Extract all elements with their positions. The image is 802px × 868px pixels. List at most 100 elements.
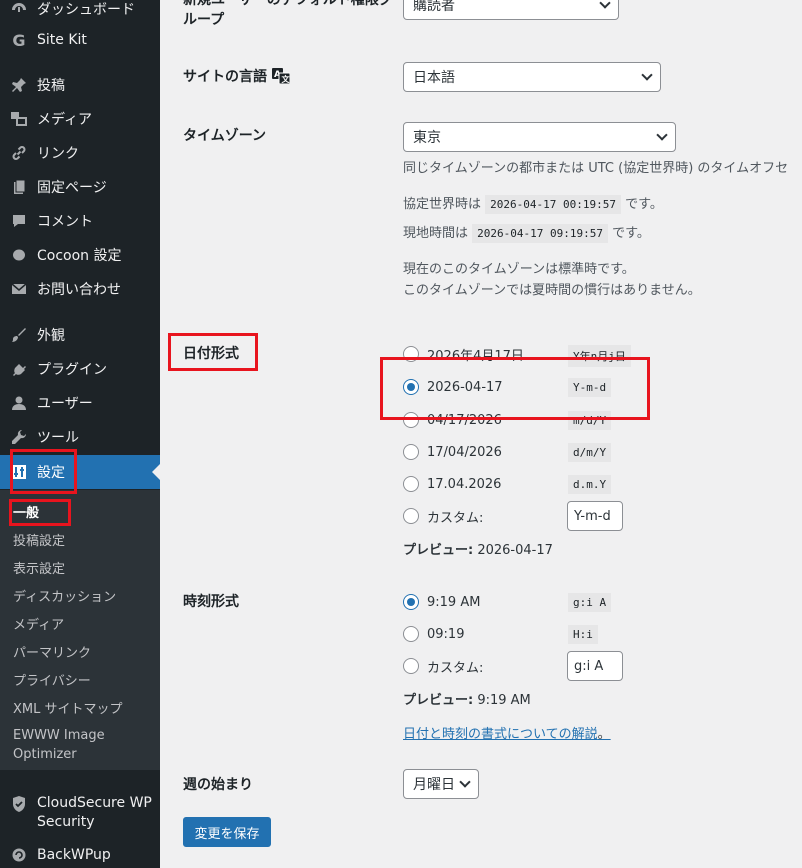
chevron-down-icon <box>459 776 471 788</box>
timezone-label: タイムゾーン <box>183 128 267 144</box>
menu-label: ダッシュボード <box>37 2 135 18</box>
timezone-description: 同じタイムゾーンの都市または UTC (協定世界時) のタイムオフセ <box>403 161 789 176</box>
radio-button-checked[interactable] <box>403 594 419 610</box>
radio-button-checked[interactable] <box>403 379 419 395</box>
utc-time-row: 協定世界時は 2026-04-17 00:19:57 です。 <box>403 193 663 214</box>
radio-button[interactable] <box>403 346 419 362</box>
preview-value: 2026-04-17 <box>477 543 553 558</box>
time-format-option[interactable]: 9:19 AM <box>403 591 480 613</box>
date-format-option[interactable]: 17.04.2026 <box>403 473 501 495</box>
radio-button[interactable] <box>403 412 419 428</box>
date-option-label: 17.04.2026 <box>427 476 502 492</box>
timezone-select[interactable]: 東京 <box>403 122 676 152</box>
admin-sidebar: ダッシュボード G Site Kit 投稿 メディア リンク 固定ページ コメン… <box>0 0 160 868</box>
custom-date-format-input[interactable]: Y-m-d <box>567 501 623 531</box>
radio-button[interactable] <box>403 658 419 674</box>
chevron-down-icon <box>641 69 653 81</box>
settings-submenu: 一般 投稿設定 表示設定 ディスカッション メディア パーマリンク プライバシー… <box>0 490 160 770</box>
week-start-label: 週の始まり <box>183 777 253 793</box>
circle-icon <box>9 245 29 265</box>
week-start-value: 月曜日 <box>413 777 455 793</box>
time-preview: プレビュー: 9:19 AM <box>403 689 531 708</box>
time-format-option[interactable]: 09:19 <box>403 623 464 645</box>
menu-label: CloudSecure WP Security <box>37 795 152 830</box>
menu-item-posts[interactable]: 投稿 <box>0 68 160 102</box>
menu-label: 設定 <box>37 465 65 481</box>
mail-icon <box>9 279 29 299</box>
menu-label: BackWPup <box>37 847 111 863</box>
link-icon <box>9 143 29 163</box>
date-preview: プレビュー: 2026-04-17 <box>403 539 553 558</box>
timezone-value: 東京 <box>413 130 441 146</box>
site-language-select[interactable]: 日本語 <box>403 62 661 92</box>
date-format-code: Y年n月j日 <box>568 345 631 367</box>
brush-icon <box>9 325 29 345</box>
submenu-writing[interactable]: 投稿設定 <box>13 530 65 549</box>
utc-time-prefix: 協定世界時は <box>403 197 482 212</box>
dashboard-icon <box>9 0 29 19</box>
submenu-general[interactable]: 一般 <box>13 502 39 521</box>
radio-button[interactable] <box>403 476 419 492</box>
time-option-label: 09:19 <box>427 626 465 642</box>
menu-item-contact[interactable]: お問い合わせ <box>0 272 160 306</box>
menu-item-cocoon[interactable]: Cocoon 設定 <box>0 238 160 272</box>
menu-label: 外観 <box>37 328 65 344</box>
submenu-discussion[interactable]: ディスカッション <box>13 586 116 605</box>
svg-text:文: 文 <box>282 74 291 84</box>
shield-icon <box>9 794 29 814</box>
default-role-select[interactable]: 購読者 <box>403 0 619 20</box>
menu-item-site-kit[interactable]: G Site Kit <box>0 23 160 57</box>
docs-link-text[interactable]: 日付と時刻の書式についての解説 <box>403 727 598 742</box>
radio-button[interactable] <box>403 444 419 460</box>
submenu-media[interactable]: メディア <box>13 614 64 633</box>
menu-item-users[interactable]: ユーザー <box>0 386 160 420</box>
media-icon <box>9 109 29 129</box>
submenu-privacy[interactable]: プライバシー <box>13 670 91 689</box>
menu-item-pages[interactable]: 固定ページ <box>0 170 160 204</box>
time-format-custom-option[interactable]: カスタム: <box>403 655 483 677</box>
date-format-option[interactable]: 04/17/2026 <box>403 409 502 431</box>
menu-item-comments[interactable]: コメント <box>0 204 160 238</box>
google-g-icon: G <box>12 30 26 50</box>
chevron-down-icon <box>599 0 611 9</box>
submenu-xml-sitemap[interactable]: XML サイトマップ <box>13 698 123 717</box>
date-format-option[interactable]: 2026年4月17日 <box>403 343 524 365</box>
radio-button[interactable] <box>403 508 419 524</box>
save-changes-button[interactable]: 変更を保存 <box>183 817 271 847</box>
menu-item-settings[interactable]: 設定 <box>0 455 160 489</box>
radio-button[interactable] <box>403 626 419 642</box>
menu-item-media[interactable]: メディア <box>0 102 160 136</box>
date-time-docs-link[interactable]: 日付と時刻の書式についての解説。 <box>403 723 611 742</box>
menu-item-backwpup[interactable]: BackWPup <box>0 838 160 868</box>
custom-time-format-input[interactable]: g:i A <box>567 651 623 681</box>
plugin-icon <box>9 359 29 379</box>
menu-item-tools[interactable]: ツール <box>0 420 160 454</box>
menu-label: 固定ページ <box>37 180 107 196</box>
date-format-option[interactable]: 2026-04-17 <box>403 376 503 398</box>
date-format-custom-option[interactable]: カスタム: <box>403 505 483 527</box>
time-format-label: 時刻形式 <box>183 594 239 610</box>
submenu-permalinks[interactable]: パーマリンク <box>13 642 91 661</box>
date-option-label: 2026-04-17 <box>427 379 503 395</box>
user-icon <box>9 393 29 413</box>
menu-item-cloudsecure[interactable]: CloudSecure WP Security <box>0 788 160 834</box>
menu-item-links[interactable]: リンク <box>0 136 160 170</box>
time-format-code: H:i <box>568 625 598 644</box>
page-icon <box>9 177 29 197</box>
date-format-option[interactable]: 17/04/2026 <box>403 441 502 463</box>
submenu-reading[interactable]: 表示設定 <box>13 558 65 577</box>
submenu-ewww[interactable]: EWWW Image Optimizer <box>13 726 133 764</box>
menu-item-appearance[interactable]: 外観 <box>0 318 160 352</box>
menu-label: プラグイン <box>37 362 107 378</box>
site-language-label: サイトの言語 A 文 <box>183 67 291 87</box>
date-option-label: 04/17/2026 <box>427 412 502 428</box>
date-option-label: 17/04/2026 <box>427 444 502 460</box>
current-menu-arrow <box>152 464 160 480</box>
menu-label: リンク <box>37 146 79 162</box>
dst-note: このタイムゾーンでは夏時間の慣行はありません。 <box>403 283 701 298</box>
preview-label: プレビュー: <box>403 693 474 708</box>
week-start-select[interactable]: 月曜日 <box>403 769 479 799</box>
menu-item-plugins[interactable]: プラグイン <box>0 352 160 386</box>
menu-label: Cocoon 設定 <box>37 248 122 264</box>
wrench-icon <box>9 427 29 447</box>
